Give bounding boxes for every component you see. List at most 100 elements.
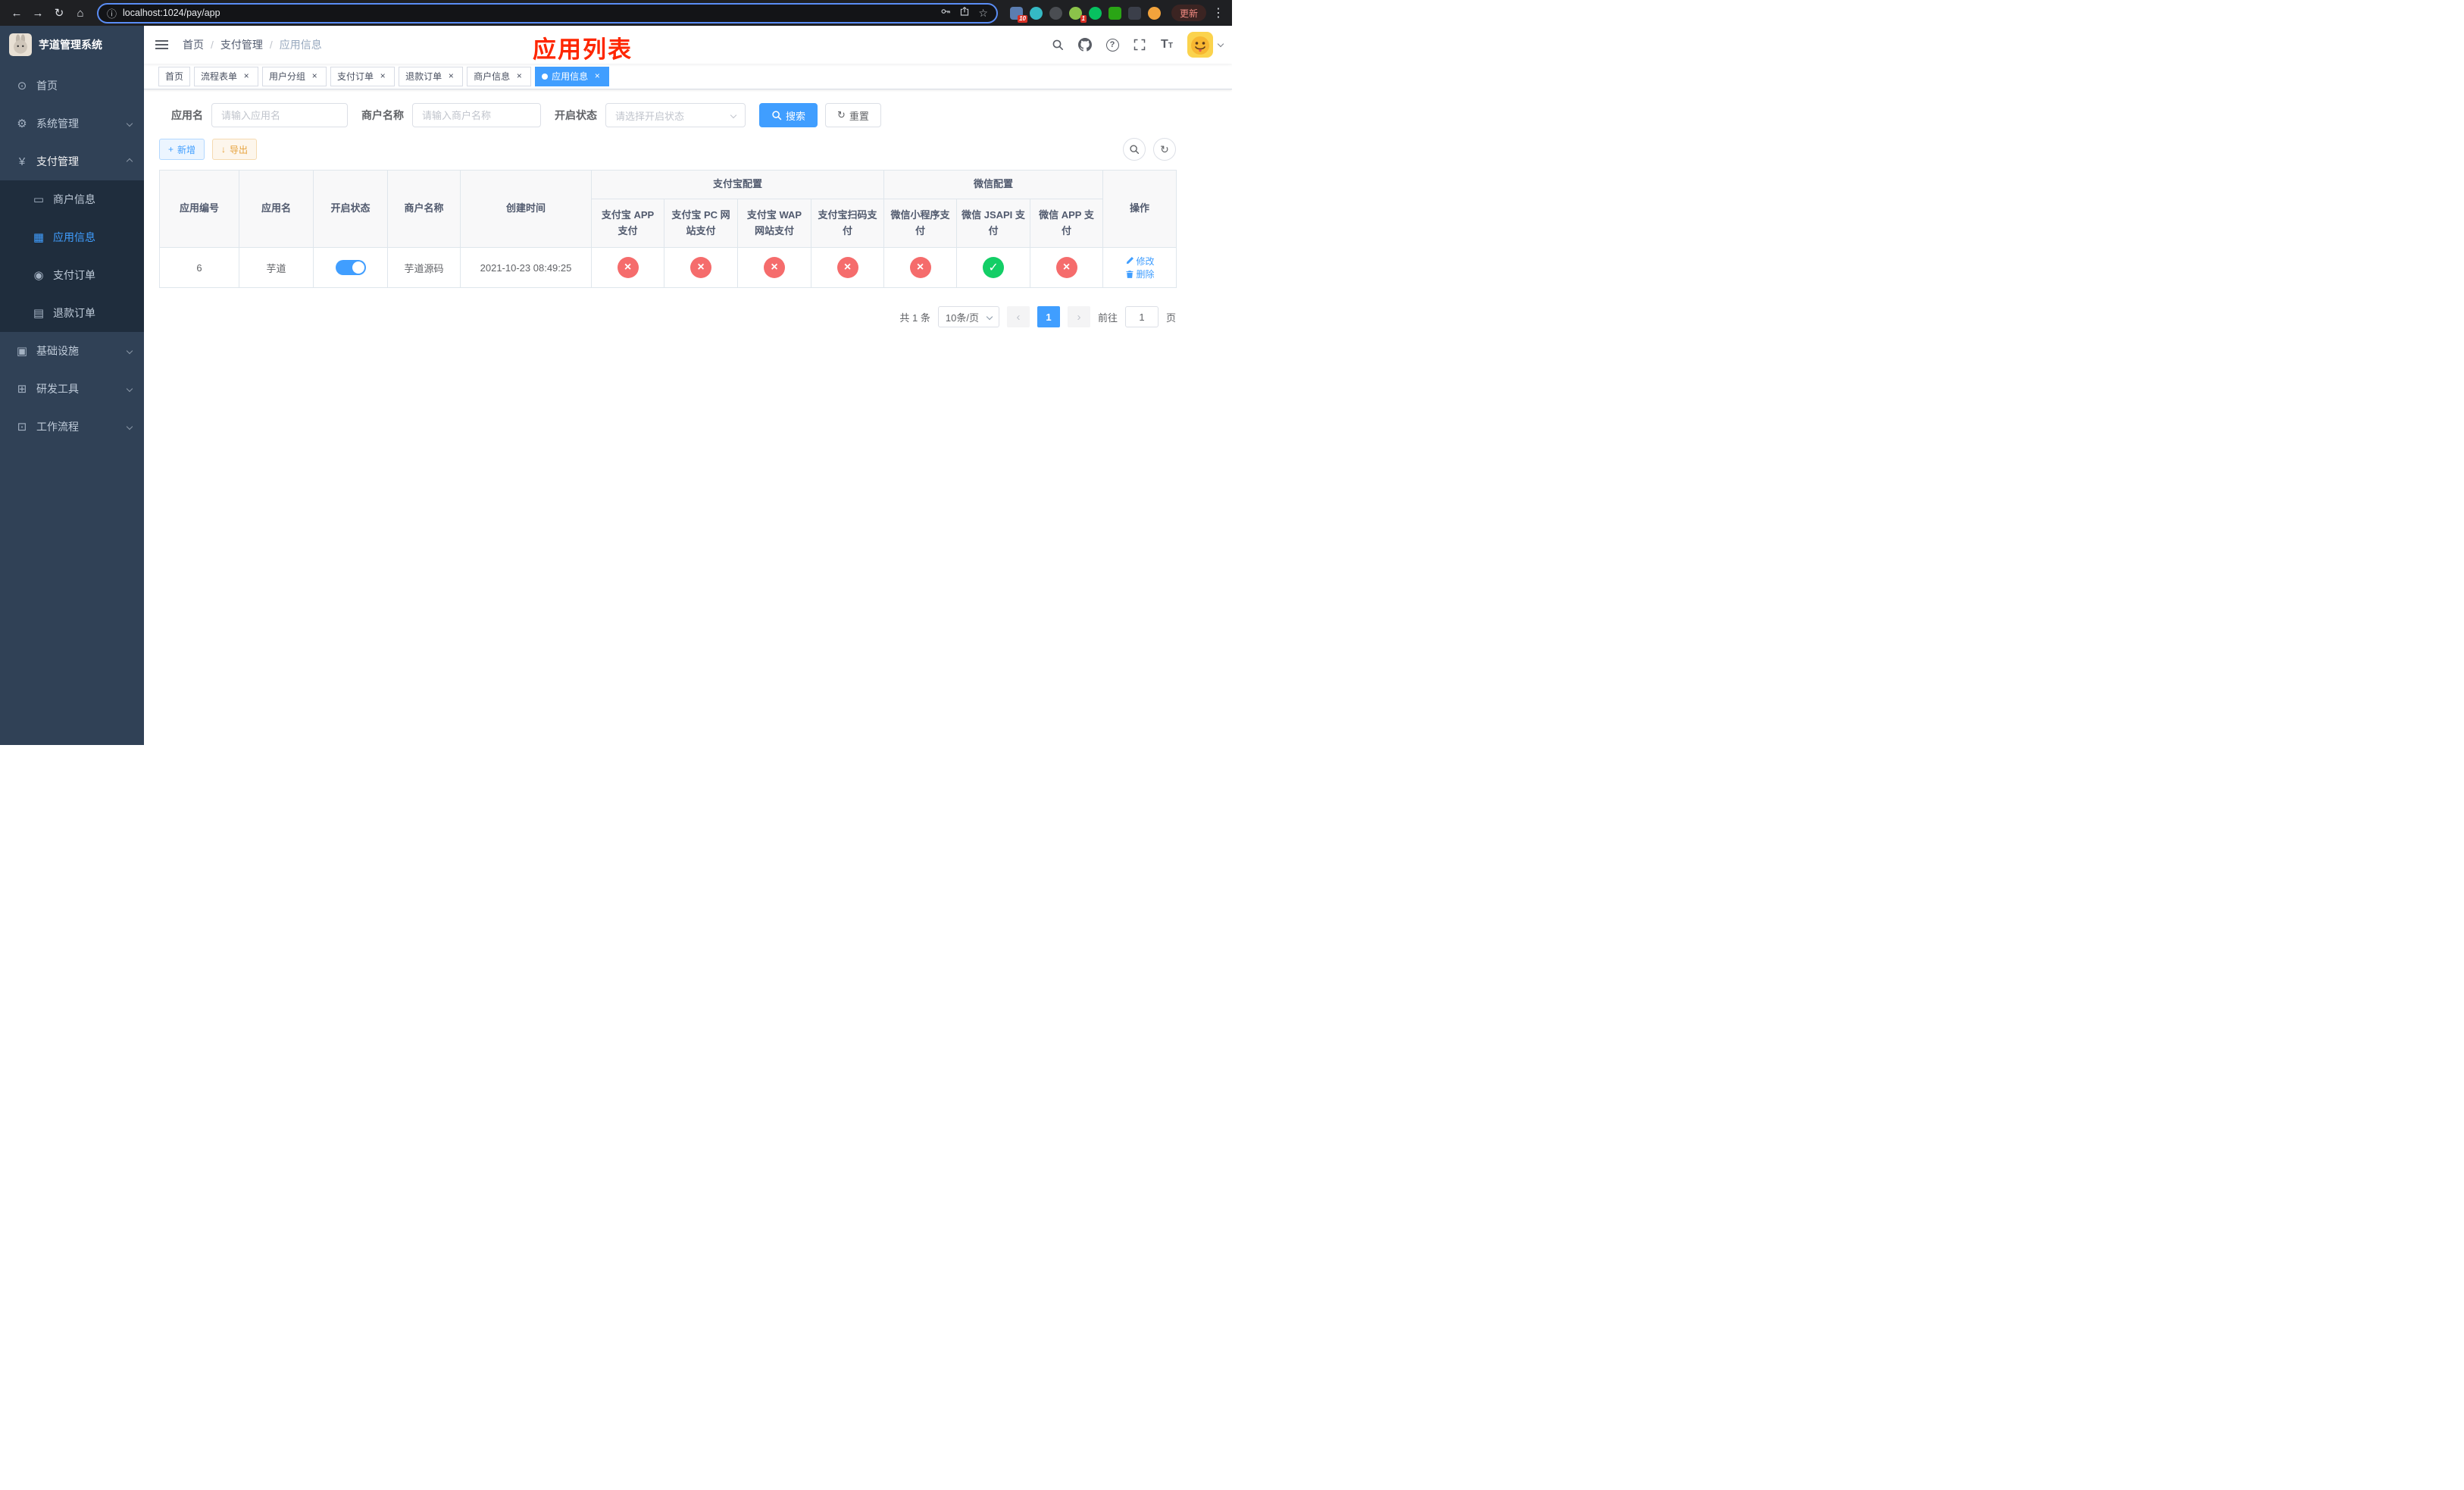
tab-流程表单[interactable]: 流程表单 × xyxy=(194,66,259,86)
search-button-label: 搜索 xyxy=(786,110,806,122)
export-button[interactable]: ↓ 导出 xyxy=(212,139,258,160)
tools-icon: ⊞ xyxy=(17,383,27,396)
cell-app-name: 芋道 xyxy=(239,247,314,288)
omnibox-actions: ☆ xyxy=(940,6,988,20)
column-subheader: 微信 JSAPI 支付 xyxy=(956,199,1031,248)
extension-badge: 10 xyxy=(1018,14,1027,23)
table-body: 6 芋道 芋道源码 2021-10-23 08:49:25 × × × × × ✓ × 修改 删除 xyxy=(159,247,1177,288)
address-bar[interactable]: ⓘ localhost:1024/pay/app ☆ xyxy=(97,2,998,23)
app-name-input[interactable] xyxy=(211,103,348,127)
column-subheader: 微信 APP 支付 xyxy=(1030,199,1104,248)
reset-button[interactable]: ↻ 重置 xyxy=(825,103,881,127)
tab-首页[interactable]: 首页 xyxy=(158,66,191,86)
add-button[interactable]: + 新增 xyxy=(159,139,205,160)
extension-color-wheel[interactable]: 1 xyxy=(1068,6,1087,23)
sidebar-item-退款订单[interactable]: ▤ 退款订单 xyxy=(0,294,144,332)
table-toolbar: + 新增 ↓ 导出 ↻ xyxy=(159,138,1176,161)
cell-config-status: × xyxy=(591,247,664,288)
tab-支付订单[interactable]: 支付订单 × xyxy=(330,66,396,86)
breadcrumb-item[interactable]: 支付管理 xyxy=(220,37,263,52)
cell-config-status: × xyxy=(737,247,811,288)
extension-wechat-devtools[interactable] xyxy=(1088,6,1102,20)
sidebar-item-支付管理[interactable]: ¥ 支付管理 xyxy=(0,142,144,180)
config-disabled-icon: × xyxy=(836,257,858,278)
sidebar-item-支付订单[interactable]: ◉ 支付订单 xyxy=(0,256,144,294)
sidebar-item-首页[interactable]: ⊙ 首页 xyxy=(0,67,144,105)
tab-用户分组[interactable]: 用户分组 × xyxy=(262,66,327,86)
edit-button[interactable]: 修改 xyxy=(1125,255,1155,268)
column-group-header: 微信配置 xyxy=(883,170,1104,199)
browser-reload-icon[interactable]: ↻ xyxy=(48,2,70,23)
current-page[interactable]: 1 xyxy=(1037,306,1060,327)
page-size-select[interactable]: 10条/页 xyxy=(937,306,999,327)
column-header: 操作 xyxy=(1102,170,1177,248)
sidebar-logo[interactable]: 芋道管理系统 xyxy=(0,26,144,64)
tab-商户信息[interactable]: 商户信息 × xyxy=(467,66,532,86)
sidebar-menu: ⊙ 首页 ⚙ 系统管理 ¥ 支付管理 ▭ 商户信息 ▦ 应用信息 ◉ 支付订单 ▤ 退款订单 ▣ 基础设施 ⊞ 研… xyxy=(0,67,144,745)
next-page-button[interactable]: › xyxy=(1067,306,1090,327)
tab-close-icon[interactable]: × xyxy=(241,70,252,82)
tab-退款订单[interactable]: 退款订单 × xyxy=(399,66,464,86)
sidebar-item-应用信息[interactable]: ▦ 应用信息 xyxy=(0,218,144,256)
extension-orange-face[interactable] xyxy=(1147,6,1161,20)
breadcrumb-item[interactable]: 首页 xyxy=(183,37,204,52)
browser-home-icon[interactable]: ⌂ xyxy=(70,2,91,23)
tab-应用信息[interactable]: 应用信息 × xyxy=(535,66,610,86)
browser-back-icon[interactable]: ← xyxy=(6,2,27,23)
prev-page-button[interactable]: ‹ xyxy=(1006,306,1030,327)
fullscreen-icon[interactable] xyxy=(1128,33,1151,56)
app-title: 芋道管理系统 xyxy=(39,39,102,51)
config-disabled-icon: × xyxy=(909,257,931,278)
workflow-icon: ⊡ xyxy=(17,421,27,434)
filter-form: 应用名 商户名称 开启状态 请选择开启状态 xyxy=(171,103,1217,127)
refresh-table-button[interactable]: ↻ xyxy=(1153,138,1176,161)
enabled-toggle[interactable] xyxy=(335,260,366,275)
search-button[interactable]: 搜索 xyxy=(759,103,818,127)
extension-dark-globe[interactable] xyxy=(1049,6,1062,20)
sidebar-item-基础设施[interactable]: ▣ 基础设施 xyxy=(0,332,144,370)
merchant-name-input[interactable] xyxy=(412,103,541,127)
sidebar-toggle-icon[interactable] xyxy=(144,40,180,49)
status-select[interactable]: 请选择开启状态 xyxy=(605,103,746,127)
extension-dark-pin[interactable] xyxy=(1127,6,1141,20)
tab-label: 应用信息 xyxy=(552,71,589,82)
help-icon[interactable]: ? xyxy=(1101,33,1124,56)
sidebar-item-label: 退款订单 xyxy=(53,307,95,319)
tab-close-icon[interactable]: × xyxy=(592,70,602,82)
column-subheader: 支付宝 PC 网站支付 xyxy=(664,199,738,248)
app-window: 芋道管理系统 ⊙ 首页 ⚙ 系统管理 ¥ 支付管理 ▭ 商户信息 ▦ 应用信息 ◉ 支付订单 ▤ 退款订单… xyxy=(0,26,1232,745)
sidebar-item-研发工具[interactable]: ⊞ 研发工具 xyxy=(0,370,144,408)
goto-page-input[interactable] xyxy=(1124,306,1159,327)
tab-close-icon[interactable]: × xyxy=(309,70,320,82)
tab-close-icon[interactable]: × xyxy=(377,70,388,82)
active-tab-dot xyxy=(542,73,549,80)
browser-update-button[interactable]: 更新 xyxy=(1171,5,1206,21)
main-area: 首页 / 支付管理 / 应用信息 ? TT 首页 流程表单 × 用户分组 × 支… xyxy=(144,26,1232,745)
browser-forward-icon[interactable]: → xyxy=(27,2,48,23)
sidebar-item-工作流程[interactable]: ⊡ 工作流程 xyxy=(0,408,144,446)
tab-close-icon[interactable]: × xyxy=(514,70,524,82)
site-info-icon[interactable]: ⓘ xyxy=(107,6,117,20)
sidebar-item-label: 首页 xyxy=(36,80,58,92)
sidebar-item-label: 系统管理 xyxy=(36,117,79,130)
tab-label: 商户信息 xyxy=(474,71,511,82)
github-icon[interactable] xyxy=(1074,33,1096,56)
extension-teal-drop[interactable] xyxy=(1029,6,1043,20)
bookmark-star-icon[interactable]: ☆ xyxy=(978,7,988,20)
infra-icon: ▣ xyxy=(16,345,28,358)
password-key-icon[interactable] xyxy=(940,6,951,20)
font-size-icon[interactable]: TT xyxy=(1155,33,1178,56)
user-menu[interactable] xyxy=(1187,32,1224,58)
sidebar-item-商户信息[interactable]: ▭ 商户信息 xyxy=(0,180,144,218)
delete-button[interactable]: 删除 xyxy=(1125,268,1155,280)
sidebar-item-系统管理[interactable]: ⚙ 系统管理 xyxy=(0,105,144,142)
sidebar-item-label: 基础设施 xyxy=(36,345,79,357)
extension-green-chat[interactable] xyxy=(1108,6,1121,20)
url-text[interactable]: localhost:1024/pay/app xyxy=(123,8,934,18)
tab-close-icon[interactable]: × xyxy=(446,70,456,82)
share-icon[interactable] xyxy=(959,6,970,20)
toggle-search-button[interactable] xyxy=(1123,138,1146,161)
browser-menu-icon[interactable]: ⋮ xyxy=(1211,5,1226,20)
header-search-icon[interactable] xyxy=(1046,33,1069,56)
extension-blue-square[interactable]: 10 xyxy=(1009,6,1027,23)
